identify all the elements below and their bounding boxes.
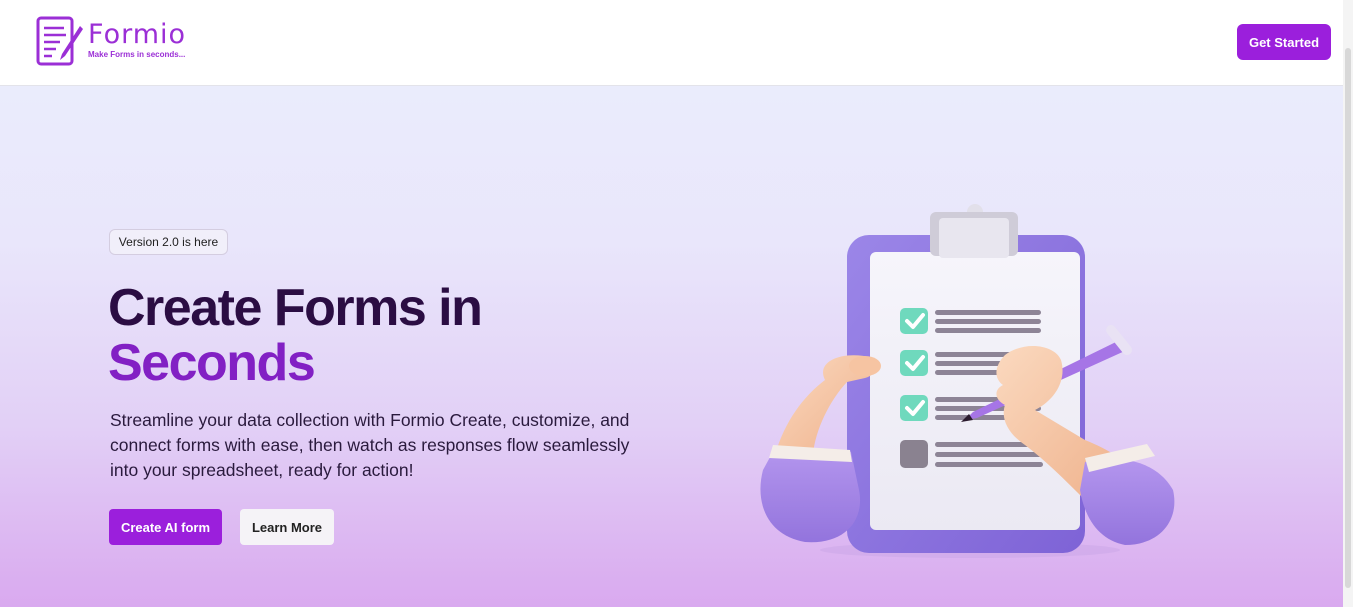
- get-started-button[interactable]: Get Started: [1237, 24, 1331, 60]
- hero-description: Streamline your data collection with For…: [110, 410, 630, 480]
- scrollbar-thumb[interactable]: [1345, 48, 1351, 588]
- learn-more-button[interactable]: Learn More: [240, 509, 334, 545]
- vertical-scrollbar[interactable]: [1343, 0, 1353, 607]
- clipboard-checklist-icon: [760, 204, 1175, 558]
- hero-title-line2: Seconds: [108, 334, 316, 392]
- hero-title-line1: Create Forms in: [108, 279, 483, 337]
- hero-title: Create Forms in Seconds: [108, 279, 483, 392]
- brand-tagline: Make Forms in seconds...: [88, 50, 186, 59]
- logo[interactable]: Formio Make Forms in seconds...: [36, 16, 186, 68]
- navbar: Formio Make Forms in seconds... Get Star…: [0, 0, 1353, 86]
- version-badge: Version 2.0 is here: [109, 229, 228, 255]
- create-ai-form-button[interactable]: Create AI form: [109, 509, 222, 545]
- brand-name: Formio: [88, 19, 187, 50]
- form-pen-icon: [36, 16, 83, 66]
